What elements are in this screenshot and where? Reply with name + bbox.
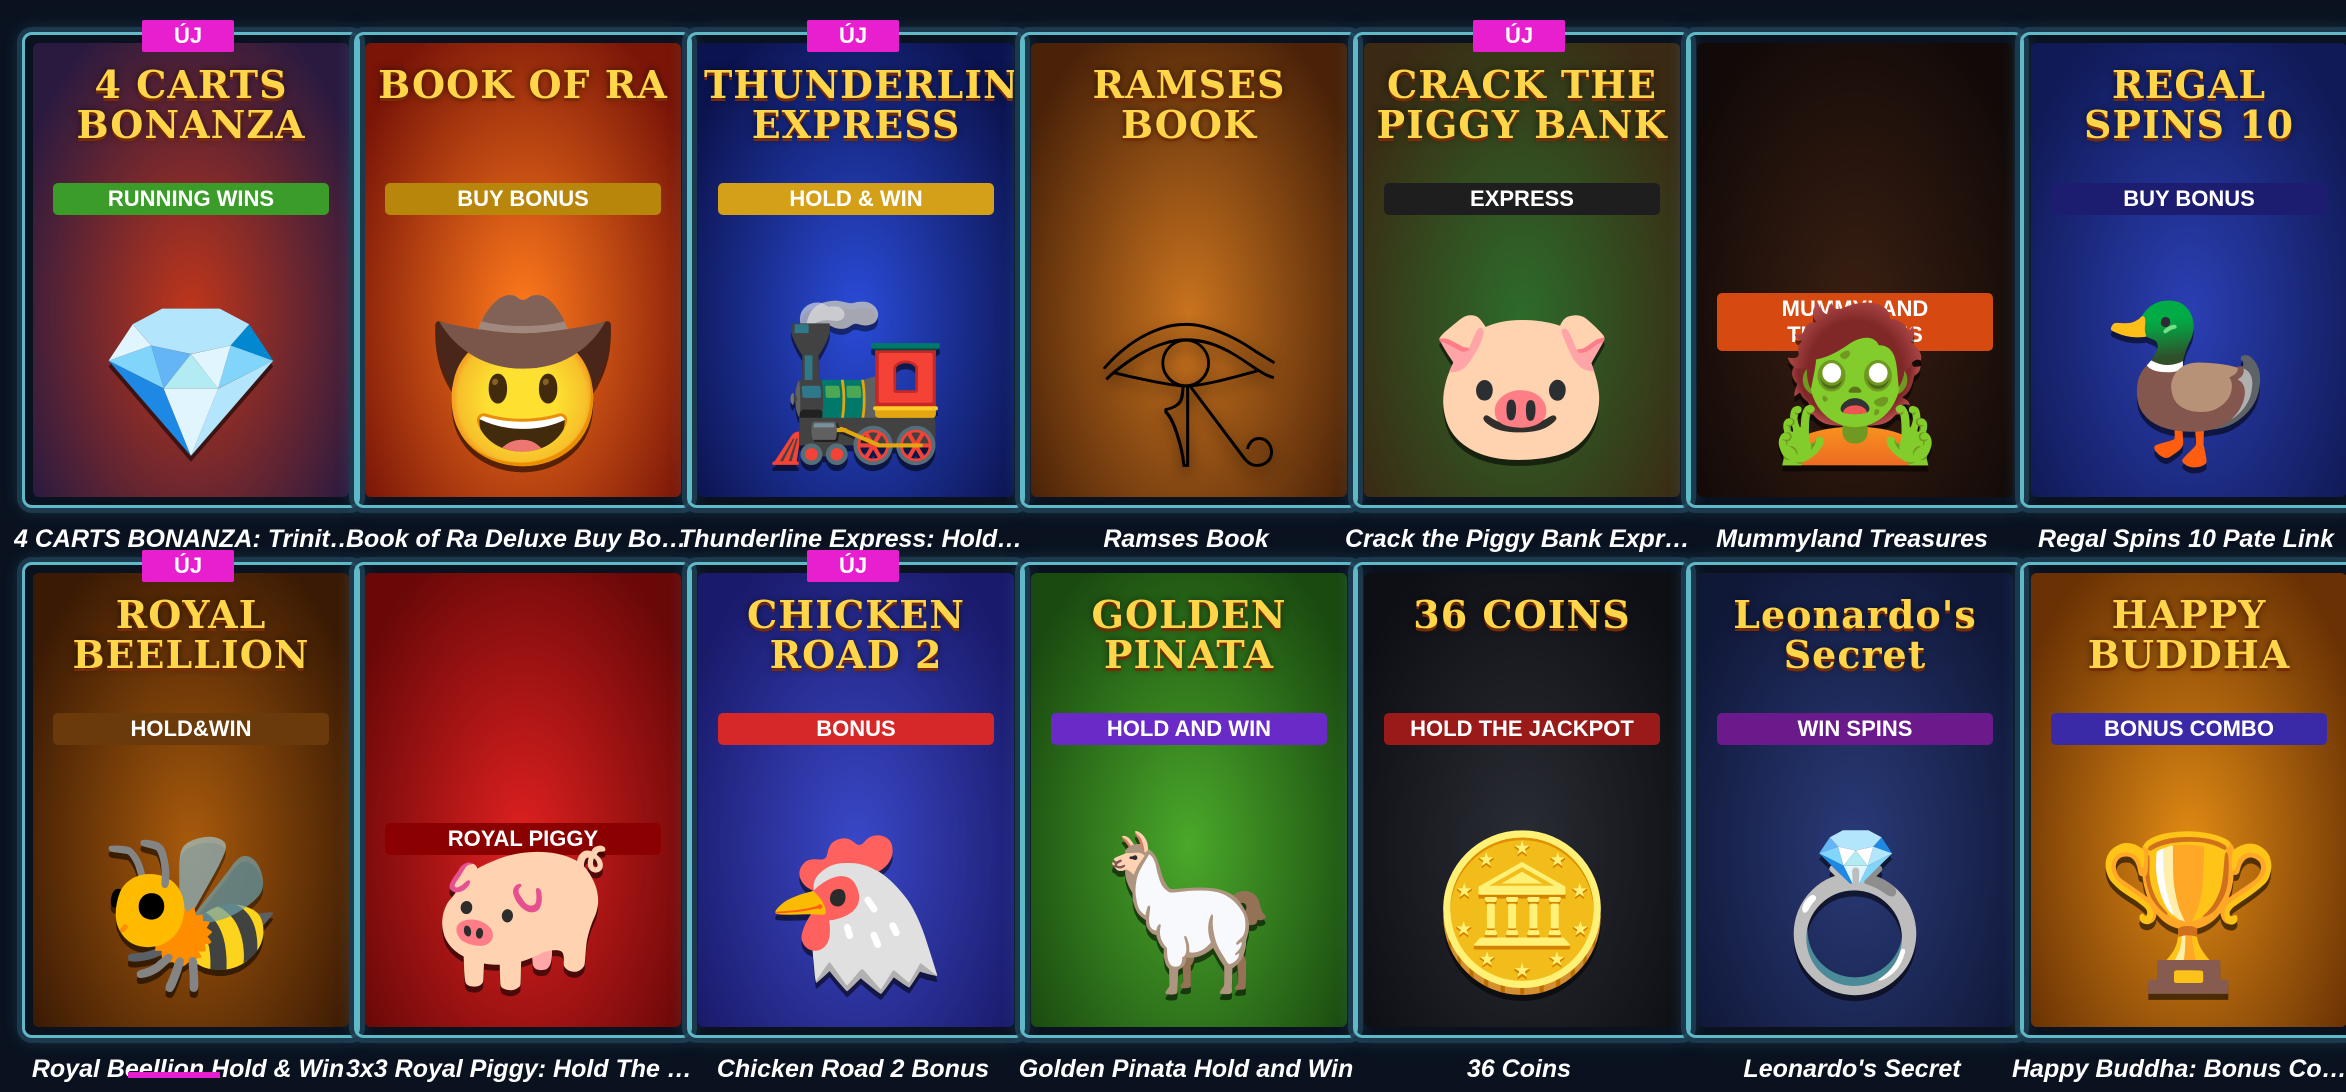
game-thumbnail[interactable]: CHICKEN ROAD 2 BONUS 🐔: [687, 562, 1025, 1038]
coin-icon: 🪙: [1428, 828, 1616, 996]
game-logo-subtitle: HOLD&WIN: [53, 713, 329, 745]
game-logo-subtitle: BUY BONUS: [385, 183, 661, 215]
game-tile[interactable]: ROYAL BEELLION HOLD&WIN 🐝 ÚJ Royal Beellion …: [22, 550, 360, 1092]
golden-pig-icon: 🐖: [429, 828, 617, 996]
game-logo-title: REGAL SPINS 10: [2083, 62, 2295, 147]
game-artwork: 36 COINS HOLD THE JACKPOT 🪙: [1364, 573, 1680, 1027]
game-artwork: 4 CARTS BONANZA RUNNING WINS 💎: [33, 43, 349, 497]
game-thumbnail[interactable]: 36 COINS HOLD THE JACKPOT 🪙: [1353, 562, 1691, 1038]
game-artwork: ROYAL PIGGY 🐖: [365, 573, 681, 1027]
game-thumbnail[interactable]: GOLDEN PINATA HOLD AND WIN 🦙: [1020, 562, 1358, 1038]
game-logo-title: GOLDEN PINATA: [1091, 592, 1287, 677]
game-logo-title: Leonardo's Secret: [1733, 592, 1977, 677]
game-tile[interactable]: THUNDERLINE EXPRESSHOLD & WIN🚂ÚJThunderl…: [679, 20, 1027, 562]
pharaoh-icon: 𓂀: [1095, 298, 1283, 466]
new-badge: ÚJ: [142, 20, 234, 52]
game-tile[interactable]: 36 COINS HOLD THE JACKPOT 🪙 36 Coins: [1353, 562, 1691, 1092]
buddha-icon: 🏆: [2095, 828, 2283, 996]
game-thumbnail[interactable]: RAMSES BOOK 𓂀: [1020, 32, 1358, 508]
new-badge: ÚJ: [807, 550, 899, 582]
game-title[interactable]: Book of Ra Deluxe Buy Bonus: [346, 524, 694, 554]
game-tile[interactable]: GOLDEN PINATA HOLD AND WIN 🦙 Golden Pinata …: [1019, 562, 1358, 1092]
game-title[interactable]: Ramses Book: [1012, 524, 1360, 554]
game-logo-title: CRACK THE PIGGY BANK: [1376, 62, 1668, 147]
game-artwork: THUNDERLINE EXPRESS HOLD & WIN 🚂: [698, 43, 1014, 497]
game-thumbnail[interactable]: 4 CARTS BONANZA RUNNING WINS 💎: [22, 32, 360, 508]
game-logo-subtitle: EXPRESS: [1384, 183, 1660, 215]
game-artwork: HAPPY BUDDHA BONUS COMBO 🏆: [2031, 573, 2346, 1027]
game-logo-subtitle: HOLD & WIN: [718, 183, 994, 215]
game-title[interactable]: 3x3 Royal Piggy: Hold The Spin: [346, 1054, 694, 1084]
game-tile[interactable]: REGAL SPINS 10 BUY BONUS 🦆 Regal Spins 10 P…: [2020, 32, 2346, 562]
next-row-new-badge: [128, 1072, 220, 1078]
mine-cart-icon: 💎: [97, 298, 285, 466]
game-tile[interactable]: RAMSES BOOK 𓂀 Ramses Book: [1020, 32, 1358, 562]
new-badge: ÚJ: [807, 20, 899, 52]
new-badge: ÚJ: [142, 550, 234, 582]
game-logo-title: 36 COINS: [1413, 592, 1631, 637]
game-tile[interactable]: ROYAL PIGGY 🐖 3x3 Royal Piggy: Hold The Sp…: [346, 562, 694, 1092]
game-artwork: REGAL SPINS 10 BUY BONUS 🦆: [2031, 43, 2346, 497]
game-logo-title: 4 CARTS BONANZA: [76, 62, 306, 147]
game-logo-subtitle: RUNNING WINS: [53, 183, 329, 215]
piggy-icon: 🐷: [1428, 298, 1616, 466]
game-title[interactable]: Happy Buddha: Bonus Combo: [2012, 1054, 2346, 1084]
game-title[interactable]: Chicken Road 2 Bonus: [679, 1054, 1027, 1084]
game-logo-title: THUNDERLINE EXPRESS: [704, 62, 1014, 147]
game-logo-subtitle: BONUS: [718, 713, 994, 745]
game-logo-subtitle: HOLD THE JACKPOT: [1384, 713, 1660, 745]
game-tile[interactable]: CRACK THE PIGGY BANK EXPRESS 🐷 ÚJ Crack the …: [1345, 20, 1693, 562]
game-thumbnail[interactable]: Leonardo's Secret WIN SPINS 💍: [1686, 562, 2024, 1038]
duck-police-icon: 🦆: [2095, 298, 2283, 466]
game-logo-subtitle: HOLD AND WIN: [1051, 713, 1327, 745]
game-title[interactable]: Regal Spins 10 Pate Link: [2012, 524, 2346, 554]
game-thumbnail[interactable]: THUNDERLINE EXPRESS HOLD & WIN 🚂: [687, 32, 1025, 508]
game-tile[interactable]: CHICKEN ROAD 2 BONUS 🐔 ÚJ Chicken Road 2 Bon…: [687, 550, 1025, 1092]
game-thumbnail[interactable]: MUMMYLAND TREASURES 🧟: [1686, 32, 2024, 508]
game-logo-subtitle: BUY BONUS: [2051, 183, 2327, 215]
game-title[interactable]: 36 Coins: [1345, 1054, 1693, 1084]
game-title[interactable]: Leonardo's Secret: [1678, 1054, 2026, 1084]
game-artwork: GOLDEN PINATA HOLD AND WIN 🦙: [1031, 573, 1347, 1027]
game-artwork: Leonardo's Secret WIN SPINS 💍: [1697, 573, 2013, 1027]
new-badge: ÚJ: [1473, 20, 1565, 52]
game-logo-title: RAMSES BOOK: [1092, 62, 1286, 147]
chicken-icon: 🐔: [762, 828, 950, 996]
train-icon: 🚂: [762, 298, 950, 466]
game-title[interactable]: Mummyland Treasures: [1678, 524, 2026, 554]
game-thumbnail[interactable]: BOOK OF RA BUY BONUS 🤠: [354, 32, 692, 508]
game-tile[interactable]: MUMMYLAND TREASURES 🧟 Mummyland Treasures: [1686, 32, 2024, 562]
game-thumbnail[interactable]: REGAL SPINS 10 BUY BONUS 🦆: [2020, 32, 2346, 508]
game-tile[interactable]: BOOK OF RA BUY BONUS 🤠 Book of Ra Deluxe Bu…: [346, 32, 694, 562]
game-thumbnail[interactable]: ROYAL BEELLION HOLD&WIN 🐝: [22, 562, 360, 1038]
pinata-icon: 🦙: [1095, 828, 1283, 996]
game-thumbnail[interactable]: CRACK THE PIGGY BANK EXPRESS 🐷: [1353, 32, 1691, 508]
mummy-icon: 🧟: [1761, 298, 1949, 466]
game-thumbnail[interactable]: HAPPY BUDDHA BONUS COMBO 🏆: [2020, 562, 2346, 1038]
game-artwork: RAMSES BOOK 𓂀: [1031, 43, 1347, 497]
game-grid: 4 CARTS BONANZA RUNNING WINS 💎 ÚJ 4 CARTS BO…: [0, 0, 2346, 1083]
bee-icon: 🐝: [97, 828, 285, 996]
game-artwork: CRACK THE PIGGY BANK EXPRESS 🐷: [1364, 43, 1680, 497]
game-logo-title: ROYAL BEELLION: [72, 592, 310, 677]
game-artwork: MUMMYLAND TREASURES 🧟: [1697, 43, 2013, 497]
game-logo-title: CHICKEN ROAD 2: [747, 592, 965, 677]
game-logo-subtitle: WIN SPINS: [1717, 713, 1993, 745]
game-logo-subtitle: BONUS COMBO: [2051, 713, 2327, 745]
game-title[interactable]: Crack the Piggy Bank Express: [1345, 524, 1693, 554]
game-tile[interactable]: HAPPY BUDDHA BONUS COMBO 🏆 Happy Buddha: Bo…: [2012, 562, 2346, 1092]
game-artwork: ROYAL BEELLION HOLD&WIN 🐝: [33, 573, 349, 1027]
game-artwork: CHICKEN ROAD 2 BONUS 🐔: [698, 573, 1014, 1027]
game-tile[interactable]: 4 CARTS BONANZA RUNNING WINS 💎 ÚJ 4 CARTS BO…: [14, 20, 362, 562]
game-title[interactable]: Royal Beellion Hold & Win: [14, 1054, 362, 1084]
game-thumbnail[interactable]: ROYAL PIGGY 🐖: [354, 562, 692, 1038]
game-artwork: BOOK OF RA BUY BONUS 🤠: [365, 43, 681, 497]
game-logo-title: HAPPY BUDDHA: [2087, 592, 2291, 677]
gem-icon: 💍: [1761, 828, 1949, 996]
game-logo-title: BOOK OF RA: [378, 62, 668, 107]
explorer-icon: 🤠: [429, 298, 617, 466]
game-tile[interactable]: Leonardo's Secret WIN SPINS 💍 Leonardo's Se…: [1686, 562, 2024, 1092]
game-title[interactable]: Golden Pinata Hold and Win: [1012, 1054, 1360, 1084]
